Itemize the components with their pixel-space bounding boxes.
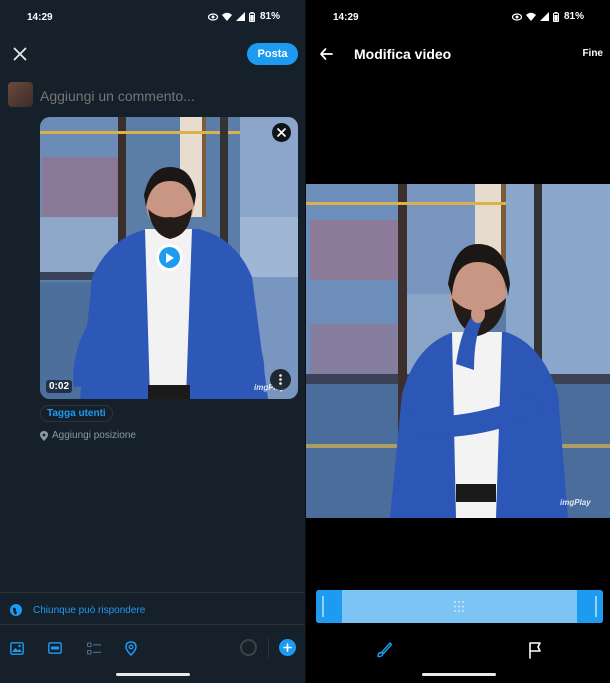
battery-icon <box>552 11 559 22</box>
close-button[interactable] <box>9 43 31 65</box>
video-duration: 0:02 <box>46 380 73 393</box>
trim-end-handle[interactable] <box>577 590 603 623</box>
add-gif-button[interactable] <box>47 640 63 656</box>
add-image-button[interactable] <box>9 640 25 656</box>
eye-icon <box>511 12 522 21</box>
tag-users-button[interactable]: Tagga utenti <box>40 405 113 422</box>
add-poll-button[interactable] <box>86 640 102 656</box>
add-location-button[interactable]: Aggiungi posizione <box>40 430 136 441</box>
signal-icon <box>539 12 549 21</box>
home-indicator[interactable] <box>116 673 190 676</box>
page-title: Modifica video <box>354 46 452 62</box>
brush-icon <box>377 642 393 658</box>
grip-line <box>595 596 597 617</box>
wifi-icon <box>221 12 232 21</box>
media-preview[interactable]: 0:02 imgPlay <box>40 117 298 399</box>
trim-start-handle[interactable] <box>316 590 342 623</box>
draw-tool-button[interactable] <box>375 641 393 659</box>
status-bar: 14:29 81% <box>306 10 610 26</box>
status-bar: 14:29 81% <box>0 10 306 26</box>
character-count-ring <box>240 639 257 656</box>
battery-icon <box>248 11 255 22</box>
location-pin-icon <box>125 640 137 656</box>
wifi-icon <box>525 12 536 21</box>
add-thread-button[interactable] <box>279 639 296 656</box>
divider <box>0 592 306 593</box>
signal-icon <box>235 12 245 21</box>
play-button[interactable] <box>156 244 183 271</box>
status-time: 14:29 <box>27 12 53 23</box>
image-icon <box>10 641 24 655</box>
plus-icon <box>283 643 292 652</box>
more-vertical-icon <box>279 374 282 385</box>
reply-setting-button[interactable]: Chiunque può rispondere <box>10 604 145 616</box>
watermark-text: imgPlay <box>560 498 591 507</box>
arrow-left-icon <box>320 48 333 60</box>
poll-icon <box>86 641 101 655</box>
comment-input[interactable] <box>40 87 280 105</box>
grip-line <box>322 596 324 617</box>
media-options-button[interactable] <box>270 369 291 390</box>
drag-dots-icon[interactable] <box>453 600 465 613</box>
status-time: 14:29 <box>333 12 359 23</box>
divider <box>0 624 306 625</box>
toolbar-divider <box>268 637 269 659</box>
play-icon <box>166 252 174 263</box>
post-button[interactable]: Posta <box>247 43 298 65</box>
flag-tool-button[interactable] <box>527 641 545 659</box>
done-button[interactable]: Fine <box>582 48 603 59</box>
avatar[interactable] <box>8 82 33 107</box>
compose-post-screen: 14:29 81% Posta Aggiungi un commento... … <box>0 0 306 683</box>
flag-icon <box>529 642 541 659</box>
home-indicator[interactable] <box>422 673 496 676</box>
close-icon <box>13 47 27 61</box>
remove-media-button[interactable] <box>272 123 291 142</box>
close-icon <box>277 128 286 137</box>
trim-timeline[interactable] <box>316 590 603 623</box>
battery-level: 81% <box>259 11 280 22</box>
gif-icon <box>48 642 62 654</box>
video-preview[interactable]: imgPlay <box>306 184 610 518</box>
back-button[interactable] <box>318 45 336 63</box>
globe-icon <box>10 604 22 616</box>
add-location-toolbar-button[interactable] <box>123 640 139 656</box>
eye-icon <box>207 12 218 21</box>
battery-level: 81% <box>563 11 584 22</box>
edit-video-screen: 14:29 81% Modifica video Fine imgPlay <box>306 0 610 683</box>
video-frame-image <box>306 184 610 518</box>
add-location-label: Aggiungi posizione <box>52 430 136 441</box>
location-pin-icon <box>40 430 48 441</box>
reply-setting-label: Chiunque può rispondere <box>33 604 146 616</box>
